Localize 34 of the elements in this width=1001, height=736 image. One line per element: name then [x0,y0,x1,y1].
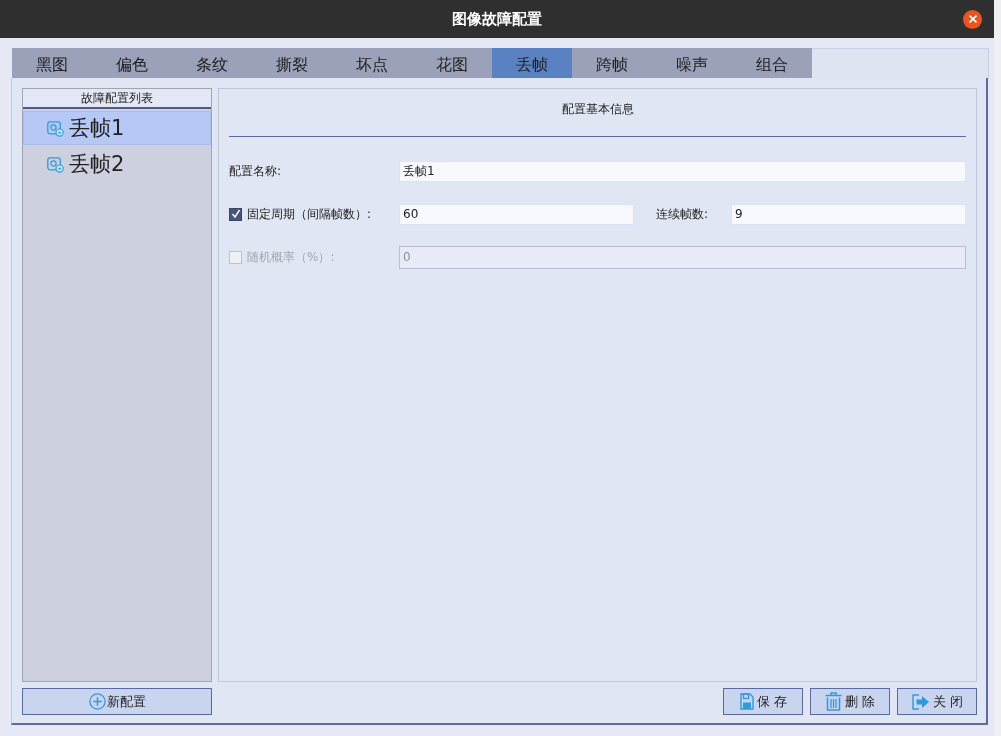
tab[interactable]: 坏点 [332,48,412,78]
tab[interactable]: 黑图 [12,48,92,78]
field-label: 配置名称: [229,162,282,180]
checkbox[interactable] [229,207,242,221]
window-title: 图像故障配置 [452,9,542,29]
save-icon [739,693,754,710]
text-field[interactable]: 丢帧1 [399,160,966,182]
trash-icon [825,692,842,711]
tab[interactable]: 跨帧 [572,48,652,78]
tab[interactable]: 噪声 [652,48,732,78]
tab[interactable]: 撕裂 [252,48,332,78]
tab[interactable]: 丢帧 [492,48,572,78]
gear-icon [47,155,64,173]
close-button[interactable] [963,9,982,29]
tab[interactable]: 组合 [732,48,812,78]
tab[interactable]: 花图 [412,48,492,78]
new-config-button[interactable]: 新配置 [22,688,212,715]
field-label: 连续帧数: [656,205,710,223]
section-title: 配置基本信息 [561,101,634,118]
list-item[interactable]: 丢帧1 [23,111,211,145]
save-button[interactable]: 保存 [723,688,803,715]
text-field[interactable]: 9 [731,203,966,225]
add-icon [88,693,106,710]
close-button[interactable]: 关闭 [897,688,977,715]
checkbox-label[interactable]: 固定周期（间隔帧数）: [247,205,372,223]
text-field[interactable]: 60 [399,203,634,225]
gear-icon [47,119,64,137]
list-header: 故障配置列表 [81,89,153,107]
tab[interactable]: 偏色 [92,48,172,78]
close-icon [968,15,977,23]
list-item[interactable]: 丢帧2 [23,147,211,181]
exit-icon [911,693,930,710]
delete-button[interactable]: 删除 [810,688,890,715]
tab[interactable]: 条纹 [172,48,252,78]
